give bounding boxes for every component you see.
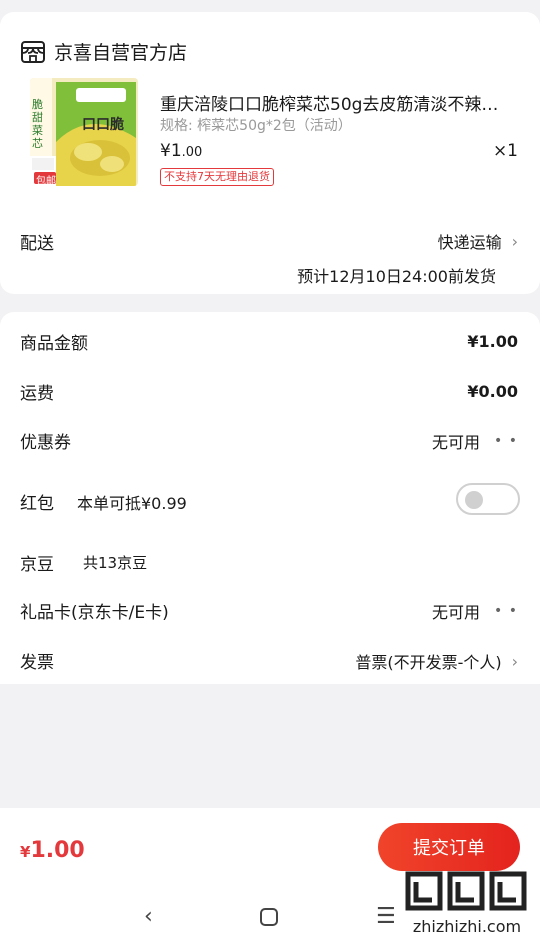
- product-image[interactable]: 脆甜菜芯 口口脆 包邮: [30, 78, 138, 186]
- fee-card: 商品金额 ¥1.00 运费 ¥0.00 优惠券 无可用 • • 红包 本单可抵¥…: [0, 312, 540, 684]
- chevron-right-icon: ›: [511, 231, 518, 251]
- redpacket-desc: 本单可抵¥0.99: [77, 494, 187, 513]
- more-dots-icon: • •: [494, 433, 518, 449]
- giftcard-label: 礼品卡(京东卡/E卡): [20, 603, 169, 623]
- invoice-selector[interactable]: 普票(不开发票-个人) ›: [355, 649, 518, 673]
- product-price-main: ¥1: [160, 141, 182, 161]
- submit-order-button[interactable]: 提交订单: [378, 823, 520, 871]
- delivery-method-selector[interactable]: 快递运输 ›: [438, 229, 518, 253]
- product-spec: 规格: 榨菜芯50g*2包（活动）: [160, 118, 352, 134]
- redpacket-label: 红包: [20, 494, 54, 514]
- product-image-side-text: 脆甜菜芯: [32, 98, 43, 150]
- back-icon[interactable]: ‹: [144, 904, 153, 929]
- delivery-method: 快递运输: [437, 233, 502, 252]
- invoice-value: 普票(不开发票-个人): [355, 653, 502, 672]
- bottom-bar: ¥1.00 提交订单 ‹ ☰ zhizhizhi.com: [0, 808, 540, 948]
- coupon-value: 无可用: [432, 433, 481, 452]
- chevron-right-icon: ›: [511, 651, 518, 671]
- giftcard-value: 无可用: [432, 603, 481, 622]
- watermark-url: zhizhizhi.com: [412, 917, 522, 936]
- goods-amount-value: ¥1.00: [467, 332, 518, 351]
- more-dots-icon: • •: [494, 603, 518, 619]
- store-header[interactable]: 京喜自营官方店: [20, 38, 187, 65]
- giftcard-selector[interactable]: 无可用 • •: [432, 599, 518, 623]
- coupon-selector[interactable]: 无可用 • •: [432, 429, 518, 453]
- shipping-label: 运费: [20, 384, 54, 404]
- product-image-tag-text: 包邮: [36, 176, 56, 186]
- watermark-logo: [405, 871, 527, 911]
- total-value: 1.00: [30, 838, 85, 863]
- store-card: 京喜自营官方店 脆甜菜芯 口口脆 包邮 重庆涪陵口口脆榨菜芯50g去皮筋清淡不辣…: [0, 12, 540, 294]
- menu-icon[interactable]: ☰: [376, 904, 396, 929]
- home-icon[interactable]: [258, 906, 280, 934]
- no-return-badge: 不支持7天无理由退货: [160, 168, 274, 186]
- goods-amount-label: 商品金额: [20, 334, 88, 354]
- total-currency: ¥: [20, 843, 31, 861]
- coupon-label: 优惠券: [20, 433, 71, 453]
- delivery-estimate: 预计12月10日24:00前发货: [297, 267, 496, 286]
- product-title[interactable]: 重庆涪陵口口脆榨菜芯50g去皮筋清淡不辣…: [160, 90, 526, 115]
- redpacket-toggle[interactable]: [456, 483, 520, 515]
- store-icon: [21, 40, 45, 63]
- watermark: zhizhizhi.com: [402, 868, 532, 936]
- invoice-label: 发票: [20, 653, 54, 673]
- product-price: ¥1.00: [160, 141, 202, 161]
- shipping-value: ¥0.00: [467, 382, 518, 401]
- store-name: 京喜自营官方店: [54, 42, 188, 64]
- product-quantity: ×1: [492, 141, 518, 161]
- product-image-brand-text: 口口脆: [82, 117, 124, 133]
- toggle-knob: [465, 491, 483, 509]
- order-total: ¥1.00: [20, 838, 85, 863]
- delivery-label: 配送: [20, 234, 54, 254]
- jingdou-label: 京豆: [20, 555, 54, 575]
- jingdou-desc: 共13京豆: [83, 554, 148, 572]
- product-price-cents: .00: [181, 145, 203, 160]
